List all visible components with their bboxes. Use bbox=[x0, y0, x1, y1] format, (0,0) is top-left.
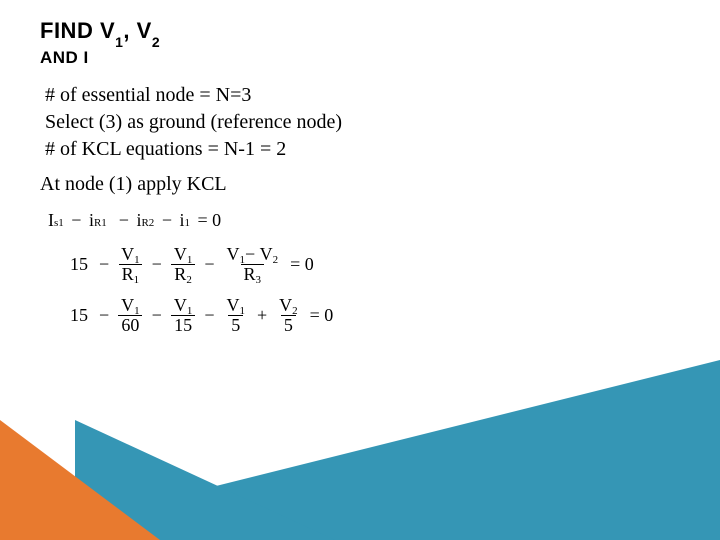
eq3-frac1: V1 60 bbox=[118, 296, 143, 335]
eq3-eq: = 0 bbox=[310, 305, 334, 326]
page-subtitle: AND I bbox=[40, 48, 720, 68]
eq2-frac1: V1 R1 bbox=[118, 245, 143, 284]
eq2-m2: − bbox=[152, 254, 162, 275]
eq2-frac2: V1 R2 bbox=[171, 245, 196, 284]
eq2-f1ds: 1 bbox=[134, 274, 140, 286]
eq2-f2ns: 1 bbox=[187, 254, 193, 266]
eq3-f4ns: 2 bbox=[292, 305, 298, 317]
eq1-Is-sub: s1 bbox=[54, 217, 64, 229]
content-line-3: # of KCL equations = N-1 = 2 bbox=[45, 136, 720, 163]
eq2-f2ds: 2 bbox=[186, 274, 192, 286]
eq3-f1ns: 1 bbox=[134, 305, 140, 317]
eq1-m1: − bbox=[71, 210, 81, 230]
eq1-iR1-sub: R1 bbox=[94, 217, 107, 229]
eq3-f2n: V bbox=[174, 295, 187, 315]
eq3-p1: + bbox=[257, 305, 267, 326]
eq3-f4d: 5 bbox=[281, 315, 296, 335]
eq2-lead: 15 bbox=[70, 254, 88, 275]
title-text-1: FIND V bbox=[40, 18, 115, 43]
eq2-frac3: V1− V2 R3 bbox=[223, 245, 281, 284]
equation-2: 15 − V1 R1 − V1 R2 − V1− V2 R3 = 0 bbox=[70, 245, 720, 284]
eq3-m2: − bbox=[152, 305, 162, 326]
equation-1: Is1 − iR1 − iR2 − i1 = 0 bbox=[48, 210, 720, 231]
eq2-f3n1: V bbox=[226, 244, 239, 264]
eq1-iR2-sub: R2 bbox=[141, 217, 154, 229]
eq2-f3d: R bbox=[244, 264, 256, 284]
content-block: # of essential node = N=3 Select (3) as … bbox=[0, 68, 720, 163]
content-line-2: Select (3) as ground (reference node) bbox=[45, 109, 720, 136]
eq3-lead: 15 bbox=[70, 305, 88, 326]
eq3-frac4: V2 5 bbox=[276, 296, 301, 335]
eq1-eq: = 0 bbox=[197, 210, 221, 230]
eq2-f3n1s: 1 bbox=[239, 254, 245, 266]
eq2-f3n2s: 2 bbox=[273, 254, 279, 266]
eq3-f1d: 60 bbox=[118, 315, 142, 335]
eq3-f3ns: 1 bbox=[239, 305, 245, 317]
eq1-m3: − bbox=[162, 210, 172, 230]
at-node-text: At node (1) apply KCL bbox=[0, 163, 720, 196]
eq2-eq: = 0 bbox=[290, 254, 314, 275]
eq3-f2d: 15 bbox=[171, 315, 195, 335]
equation-area: Is1 − iR1 − iR2 − i1 = 0 15 − V1 R1 − V1… bbox=[0, 196, 720, 335]
eq2-f3ds: 3 bbox=[256, 274, 262, 286]
title-text-2: , V bbox=[123, 18, 151, 43]
decoration-triangle-orange bbox=[0, 420, 160, 540]
eq3-f3n: V bbox=[226, 295, 239, 315]
eq2-f1ns: 1 bbox=[134, 254, 140, 266]
eq2-f3nm: − bbox=[245, 244, 255, 264]
eq2-f1d: R bbox=[122, 264, 134, 284]
page-title: FIND V1, V2 bbox=[40, 18, 720, 46]
eq3-m1: − bbox=[99, 305, 109, 326]
eq3-frac2: V1 15 bbox=[171, 296, 196, 335]
eq2-f2d: R bbox=[174, 264, 186, 284]
title-sub-2: 2 bbox=[152, 34, 160, 50]
eq2-m3: − bbox=[204, 254, 214, 275]
eq2-m1: − bbox=[99, 254, 109, 275]
eq2-f2n: V bbox=[174, 244, 187, 264]
eq3-m3: − bbox=[204, 305, 214, 326]
title-sub-1: 1 bbox=[115, 34, 123, 50]
eq3-f4n: V bbox=[279, 295, 292, 315]
eq3-f2ns: 1 bbox=[187, 305, 193, 317]
eq3-frac3: V1 5 bbox=[223, 296, 248, 335]
eq1-m2: − bbox=[119, 210, 129, 230]
eq3-f3d: 5 bbox=[228, 315, 243, 335]
eq1-i1-sub: 1 bbox=[184, 217, 190, 229]
equation-3: 15 − V1 60 − V1 15 − V1 5 + V2 5 = 0 bbox=[70, 296, 720, 335]
eq3-f1n: V bbox=[121, 295, 134, 315]
eq2-f1n: V bbox=[121, 244, 134, 264]
content-line-1: # of essential node = N=3 bbox=[45, 82, 720, 109]
eq2-f3n2: V bbox=[260, 244, 273, 264]
